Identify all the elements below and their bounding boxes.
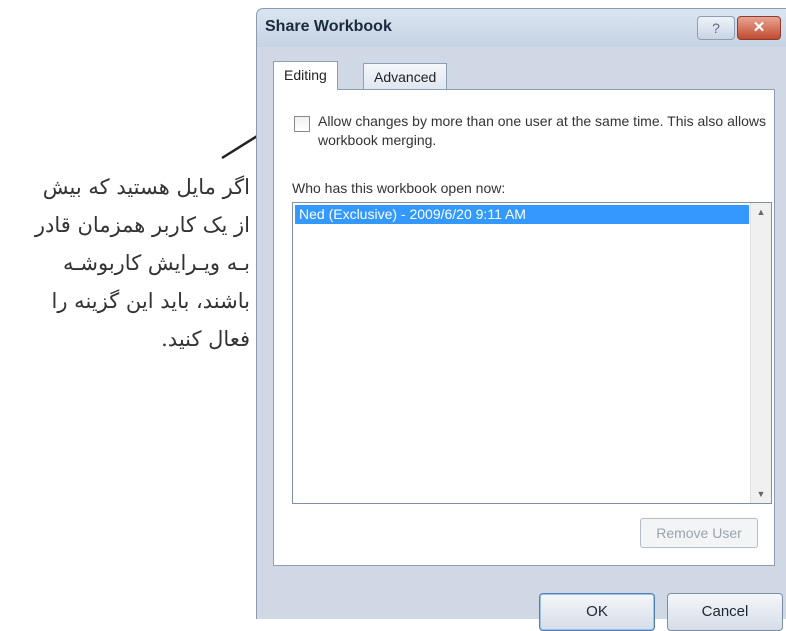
title-bar[interactable]: Share Workbook ? ✕: [257, 9, 786, 47]
list-item[interactable]: Ned (Exclusive) - 2009/6/20 9:11 AM: [295, 205, 749, 224]
dialog-client-area: Editing Advanced Allow changes by more t…: [265, 53, 786, 631]
users-listbox[interactable]: Ned (Exclusive) - 2009/6/20 9:11 AM ▲ ▼: [292, 202, 772, 504]
editing-tab-panel: Allow changes by more than one user at t…: [273, 89, 775, 566]
allow-changes-checkbox[interactable]: [294, 116, 310, 132]
close-icon: ✕: [752, 19, 766, 36]
tab-advanced[interactable]: Advanced: [363, 63, 448, 90]
dialog-title: Share Workbook: [265, 18, 392, 35]
remove-user-button[interactable]: Remove User: [640, 518, 758, 548]
tab-editing[interactable]: Editing: [273, 61, 338, 90]
ok-button[interactable]: OK: [539, 593, 655, 631]
cancel-button[interactable]: Cancel: [667, 593, 783, 631]
help-button[interactable]: ?: [697, 16, 735, 40]
who-has-open-label: Who has this workbook open now:: [292, 180, 506, 196]
scroll-up-icon[interactable]: ▲: [751, 203, 771, 221]
users-list-scrollbar[interactable]: ▲ ▼: [750, 203, 771, 503]
help-icon: ?: [712, 20, 720, 36]
scroll-down-icon[interactable]: ▼: [751, 485, 771, 503]
share-workbook-dialog: Share Workbook ? ✕ Editing Advanced Allo…: [256, 8, 786, 631]
close-button[interactable]: ✕: [737, 16, 781, 40]
allow-changes-label[interactable]: Allow changes by more than one user at t…: [318, 112, 768, 150]
